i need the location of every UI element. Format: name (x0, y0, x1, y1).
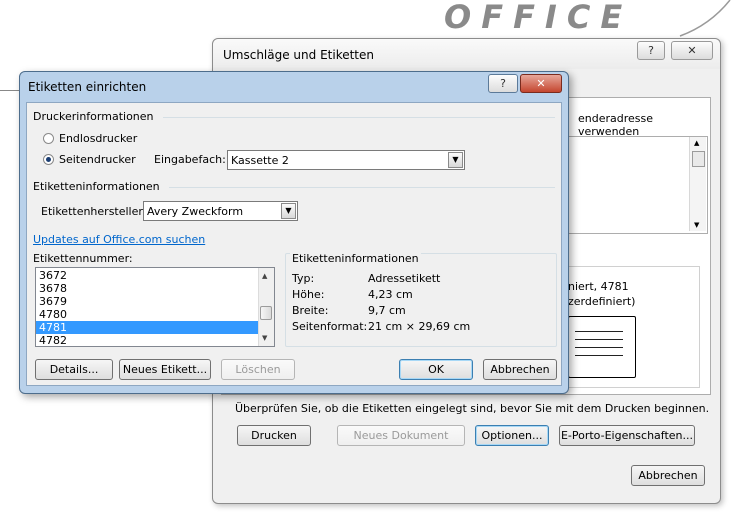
detail-value: 4,23 cm (368, 288, 413, 301)
list-item[interactable]: 3672 (36, 269, 259, 282)
delete-button[interactable]: Löschen (221, 359, 295, 380)
tray-select-value: Kassette 2 (231, 154, 289, 167)
chevron-down-icon: ▼ (281, 203, 296, 219)
list-item[interactable]: 3679 (36, 295, 259, 308)
list-item-selected[interactable]: 4781 (36, 321, 259, 334)
list-scrollbar[interactable]: ▲ ▼ (258, 268, 274, 346)
vendor-select-value: Avery Zweckform (147, 205, 244, 218)
new-document-button[interactable]: Neues Dokument (337, 425, 465, 446)
label-details-group: Etiketteninformationen Typ: Adressetiket… (285, 252, 557, 347)
list-item[interactable]: 4780 (36, 308, 259, 321)
label-preview-text-1: niert, 4781 (568, 280, 629, 293)
page-printer-radio[interactable] (43, 154, 54, 165)
address-scrollbar[interactable]: ▲ ▼ (689, 137, 706, 231)
cancel-button[interactable]: Abbrechen (483, 359, 557, 380)
back-cancel-button[interactable]: Abbrechen (631, 465, 705, 486)
detail-key: Höhe: (292, 288, 325, 301)
list-item[interactable]: 4782 (36, 334, 259, 346)
label-info-heading: Etiketteninformationen (33, 180, 160, 193)
vendor-label: Etikettenhersteller: (41, 205, 147, 218)
ok-button[interactable]: OK (399, 359, 473, 380)
new-label-button[interactable]: Neues Etikett... (119, 359, 211, 380)
close-button[interactable]: ✕ (671, 41, 713, 60)
group-divider (169, 187, 555, 188)
front-title-bar: Etiketten einrichten ? ✕ (20, 72, 568, 100)
scroll-thumb[interactable] (260, 306, 272, 320)
group-divider (163, 117, 555, 118)
vendor-select[interactable]: Avery Zweckform ▼ (143, 201, 298, 221)
label-number-heading: Etikettennummer: (33, 252, 133, 265)
continuous-printer-label[interactable]: Endlosdrucker (59, 132, 137, 145)
detail-key: Breite: (292, 304, 329, 317)
scroll-down-icon[interactable]: ▼ (262, 334, 267, 342)
label-options-dialog: Etiketten einrichten ? ✕ Druckerinformat… (19, 71, 569, 394)
details-button[interactable]: Details... (35, 359, 113, 380)
front-help-button[interactable]: ? (488, 74, 518, 93)
options-button[interactable]: Optionen... (475, 425, 549, 446)
detail-value: Adressetikett (368, 272, 441, 285)
page-printer-label[interactable]: Seitendrucker (59, 153, 136, 166)
scroll-down-icon: ▼ (694, 221, 700, 229)
detail-value: 9,7 cm (368, 304, 406, 317)
label-details-heading: Etiketteninformationen (290, 252, 421, 265)
printer-info-heading: Druckerinformationen (33, 110, 154, 123)
front-dialog-title: Etiketten einrichten (28, 80, 147, 94)
scroll-up-icon[interactable]: ▲ (262, 272, 267, 280)
detail-value: 21 cm × 29,69 cm (368, 320, 471, 333)
label-preview-text-2: zerdefiniert) (568, 295, 636, 308)
dialog-title: Umschläge und Etiketten (223, 48, 374, 62)
tray-label: Eingabefach: (154, 153, 226, 166)
front-close-button[interactable]: ✕ (520, 74, 562, 93)
chevron-down-icon: ▼ (448, 152, 463, 168)
label-number-list[interactable]: 3672 3678 3679 4780 4781 4782 ▲ ▼ (35, 267, 275, 347)
print-button[interactable]: Drucken (237, 425, 311, 446)
title-bar: Umschläge und Etiketten ? ✕ (213, 39, 720, 69)
swoosh-decoration (679, 0, 731, 37)
scroll-up-icon: ▲ (694, 139, 700, 147)
decoration-line (0, 90, 20, 91)
eporto-properties-button[interactable]: E-Porto-Eigenschaften... (559, 425, 695, 446)
insert-labels-hint: Überprüfen Sie, ob die Etiketten eingele… (235, 402, 710, 415)
help-button[interactable]: ? (637, 41, 665, 60)
scroll-thumb[interactable] (692, 151, 705, 167)
updates-link[interactable]: Updates auf Office.com suchen (33, 233, 205, 246)
list-item[interactable]: 3678 (36, 282, 259, 295)
continuous-printer-radio[interactable] (43, 133, 54, 144)
label-card-icon (568, 316, 636, 378)
detail-key: Typ: (292, 272, 315, 285)
front-dialog-body: Druckerinformationen Endlosdrucker Seite… (26, 102, 562, 386)
detail-key: Seitenformat: (292, 320, 368, 333)
return-address-option-label[interactable]: enderadresse verwenden (578, 112, 710, 138)
tray-select[interactable]: Kassette 2 ▼ (227, 150, 465, 170)
